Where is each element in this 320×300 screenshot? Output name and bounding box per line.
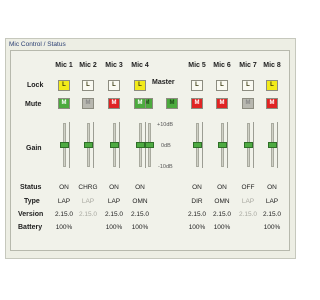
- row-label-status: Status: [20, 184, 42, 191]
- version-value: 2.15.0: [130, 211, 150, 218]
- lock-button[interactable]: L: [216, 80, 228, 91]
- mute-button[interactable]: M: [134, 98, 146, 109]
- type-value: LAP: [265, 198, 279, 205]
- mute-button[interactable]: M: [266, 98, 278, 109]
- mute-button[interactable]: M: [58, 98, 70, 109]
- version-value: 2.15.0: [104, 211, 124, 218]
- gain-scale-ticks: [69, 122, 70, 168]
- version-value: 2.15.0: [187, 211, 207, 218]
- mute-button[interactable]: M: [216, 98, 228, 109]
- panel-title: Mic Control / Status: [9, 41, 66, 48]
- gain-scale-ticks: [277, 122, 278, 168]
- mute-button[interactable]: M: [242, 98, 254, 109]
- channel-name: Mic 4: [131, 62, 149, 69]
- mute-button[interactable]: M: [82, 98, 94, 109]
- status-value: ON: [217, 184, 227, 191]
- battery-value: 100%: [131, 224, 149, 231]
- gain-scale-top: +10dB: [157, 122, 174, 128]
- row-label-mute: Mute: [25, 101, 42, 108]
- gain-scale-ticks: [227, 122, 228, 168]
- status-value: ON: [109, 184, 119, 191]
- status-value: ON: [267, 184, 277, 191]
- battery-value: 100%: [55, 224, 73, 231]
- master-label: Master: [152, 79, 175, 86]
- gain-slider-knob[interactable]: [110, 142, 119, 148]
- channel-name: Mic 3: [105, 62, 123, 69]
- status-value: ON: [192, 184, 202, 191]
- battery-value: 100%: [105, 224, 123, 231]
- gain-slider-knob[interactable]: [244, 142, 253, 148]
- mute-button[interactable]: M: [108, 98, 120, 109]
- channel-name: Mic 6: [213, 62, 231, 69]
- gain-slider-knob[interactable]: [268, 142, 277, 148]
- gain-scale-bottom: -10dB: [158, 164, 173, 170]
- gain-slider-knob[interactable]: [218, 142, 227, 148]
- gain-slider-knob[interactable]: [60, 142, 69, 148]
- row-label-type: Type: [24, 198, 40, 205]
- type-value: DIR: [191, 198, 203, 205]
- row-label-gain: Gain: [26, 145, 42, 152]
- row-label-battery: Battery: [18, 224, 43, 231]
- mute-button[interactable]: M: [191, 98, 203, 109]
- type-value: LAP: [81, 198, 95, 205]
- gain-slider-knob[interactable]: [136, 142, 145, 148]
- gain-scale-ticks: [119, 122, 120, 168]
- channel-name: Mic 2: [79, 62, 97, 69]
- battery-value: 100%: [263, 224, 281, 231]
- gain-scale-ticks: [253, 122, 254, 168]
- lock-button[interactable]: L: [108, 80, 120, 91]
- channel-name: Mic 5: [188, 62, 206, 69]
- type-value: OMN: [132, 198, 148, 205]
- gain-slider-knob[interactable]: [193, 142, 202, 148]
- type-value: LAP: [107, 198, 121, 205]
- lock-button[interactable]: L: [82, 80, 94, 91]
- type-value: OMN: [214, 198, 230, 205]
- lock-button[interactable]: L: [134, 80, 146, 91]
- lock-button[interactable]: L: [58, 80, 70, 91]
- battery-value: 100%: [213, 224, 231, 231]
- lock-button[interactable]: L: [266, 80, 278, 91]
- master-gain-slider-knob[interactable]: [145, 142, 154, 148]
- row-label-lock: Lock: [27, 82, 44, 89]
- version-value: 2.15.0: [78, 211, 98, 218]
- gain-scale-ticks: [93, 122, 94, 168]
- channel-name: Mic 8: [263, 62, 281, 69]
- lock-button[interactable]: L: [191, 80, 203, 91]
- status-value: ON: [135, 184, 145, 191]
- gain-slider-knob[interactable]: [84, 142, 93, 148]
- master-mute-button-2[interactable]: M: [166, 98, 178, 109]
- row-label-version: Version: [18, 211, 44, 218]
- battery-value: 100%: [188, 224, 206, 231]
- lock-button[interactable]: L: [242, 80, 254, 91]
- gain-scale-ticks: [202, 122, 203, 168]
- version-value: 2.15.0: [212, 211, 232, 218]
- status-value: CHRG: [78, 184, 98, 191]
- gain-scale-mid: 0dB: [161, 143, 171, 149]
- version-value: 2.15.0: [262, 211, 282, 218]
